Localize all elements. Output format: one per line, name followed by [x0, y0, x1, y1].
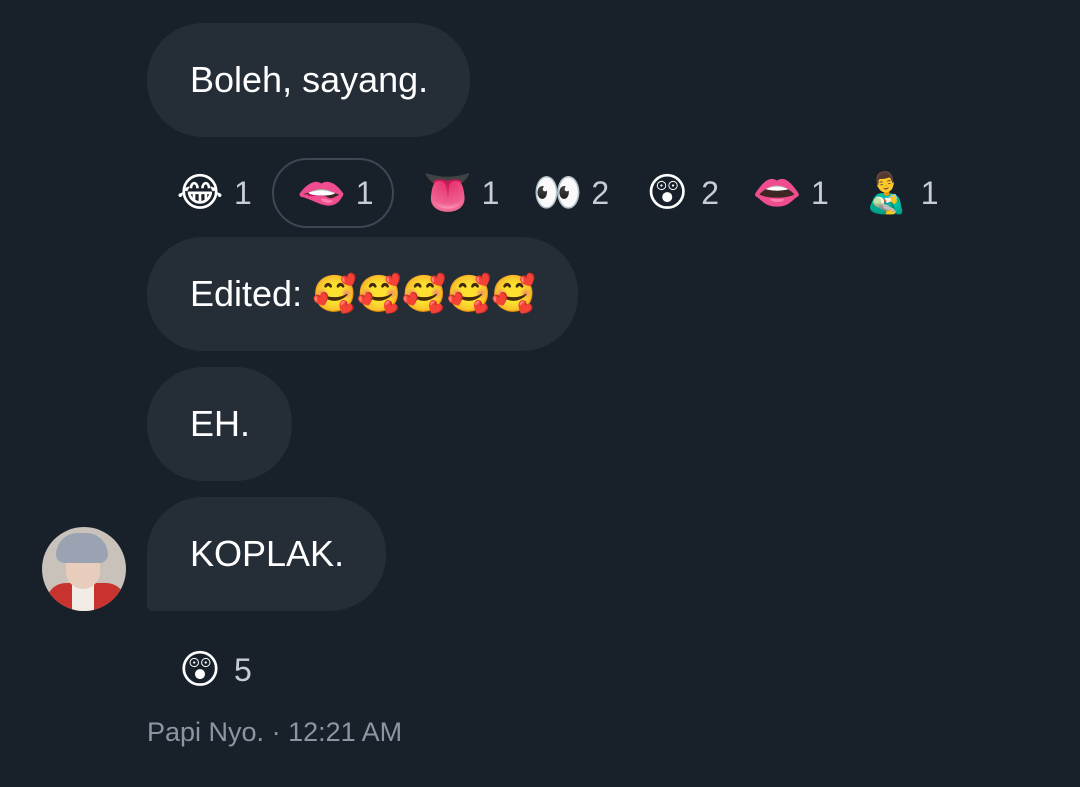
tongue-icon: 👅 — [422, 170, 473, 216]
dm-conversation: Boleh, sayang. 😂 1 🫦 1 👅 1 👀 2 😲 2 👄 1 👨… — [0, 0, 1080, 787]
avatar-hair — [56, 533, 108, 563]
reaction-tears-of-joy[interactable]: 😂 1 — [168, 158, 256, 228]
reaction-bar: 😲 5 — [168, 634, 278, 706]
reaction-astonished[interactable]: 😲 2 — [635, 158, 723, 228]
mouth-icon: 👄 — [752, 170, 802, 216]
reaction-biting-lip[interactable]: 🫦 1 — [271, 158, 394, 228]
astonished-face-icon: 😲 — [646, 170, 689, 216]
reaction-count: 2 — [591, 174, 610, 211]
message-meta: Papi Nyo. · 12:21 AM — [147, 717, 402, 748]
message-time: 12:21 AM — [288, 717, 403, 747]
reaction-count: 1 — [234, 174, 252, 211]
meta-separator: · — [271, 717, 281, 747]
reaction-count: 2 — [701, 174, 719, 211]
message-text: KOPLAK. — [190, 533, 345, 574]
message-text: Edited: 🥰🥰🥰🥰🥰 — [190, 273, 537, 314]
message-bubble[interactable]: Edited: 🥰🥰🥰🥰🥰 — [147, 237, 579, 351]
message-bubble[interactable]: EH. — [147, 367, 293, 481]
message-text: Boleh, sayang. — [190, 59, 429, 100]
reaction-bar: 😂 1 🫦 1 👅 1 👀 2 😲 2 👄 1 👨‍🍼 1 — [168, 157, 965, 229]
reaction-astonished[interactable]: 😲 5 — [168, 635, 256, 705]
tears-of-joy-icon: 😂 — [176, 170, 224, 216]
reaction-tongue[interactable]: 👅 1 — [416, 158, 504, 228]
man-feeding-baby-icon: 👨‍🍼 — [861, 170, 912, 216]
reaction-count: 1 — [920, 174, 939, 211]
avatar[interactable] — [42, 527, 126, 611]
reaction-count: 1 — [355, 174, 374, 211]
eyes-icon: 👀 — [532, 170, 583, 216]
message-bubble[interactable]: Boleh, sayang. — [147, 23, 471, 137]
reaction-mouth[interactable]: 👄 1 — [745, 158, 833, 228]
astonished-face-icon: 😲 — [179, 647, 221, 693]
message-bubble[interactable]: KOPLAK. — [147, 497, 387, 611]
message-text: EH. — [190, 403, 251, 444]
biting-lip-icon: 🫦 — [296, 170, 347, 216]
reaction-man-feeding-baby[interactable]: 👨‍🍼 1 — [855, 158, 943, 228]
reaction-count: 1 — [481, 174, 500, 211]
reaction-eyes[interactable]: 👀 2 — [525, 158, 613, 228]
sender-name: Papi Nyo. — [147, 717, 265, 747]
reaction-count: 5 — [234, 651, 252, 688]
reaction-count: 1 — [810, 174, 829, 211]
